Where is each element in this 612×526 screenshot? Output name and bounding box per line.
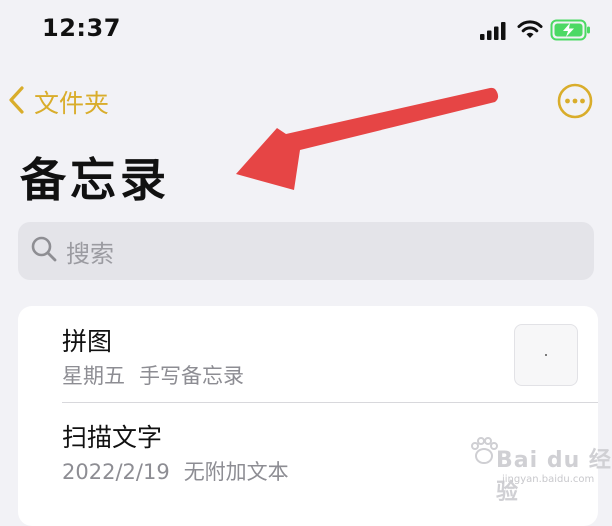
paw-icon <box>470 436 498 470</box>
watermark: Bai du 经验 jingyan.baidu.com <box>466 428 612 505</box>
watermark-url: jingyan.baidu.com <box>502 474 595 485</box>
red-arrow-icon <box>236 87 499 190</box>
